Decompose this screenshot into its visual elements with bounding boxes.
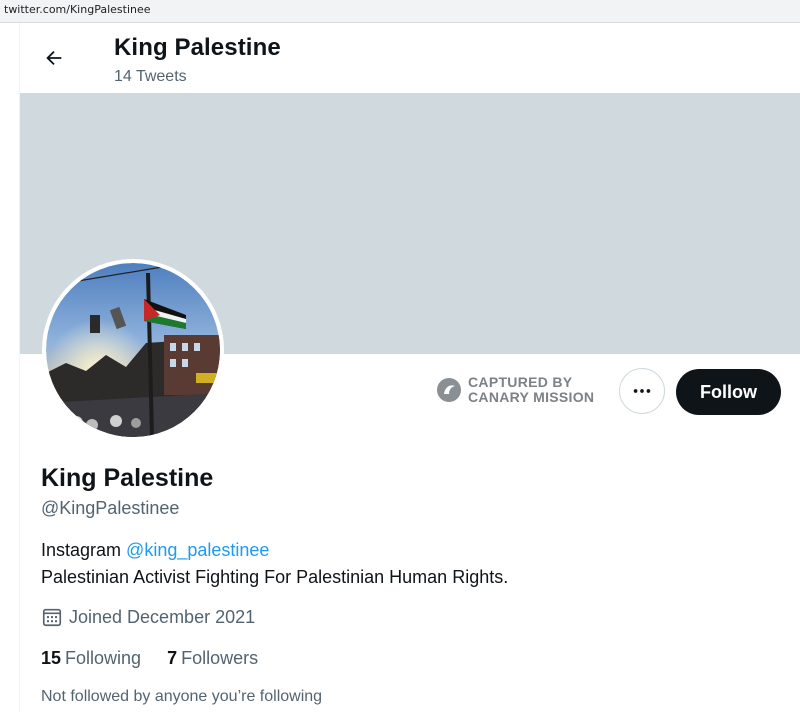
followers-link[interactable]: 7 Followers [167,648,258,669]
joined-text: Joined December 2021 [69,606,256,627]
avatar-image [46,263,220,437]
bio-prefix: Instagram [41,540,127,560]
tweet-count: 14 Tweets [114,68,187,85]
avatar[interactable] [42,259,224,441]
display-name: King Palestine [41,464,214,492]
bio-line-2: Palestinian Activist Fighting For Palest… [41,567,509,587]
joined-date: Joined December 2021 [41,606,255,628]
profile-header: King Palestine 14 Tweets [20,23,800,93]
browser-address-bar[interactable]: twitter.com/KingPalestinee [0,0,800,23]
arrow-left-icon [46,50,62,66]
canary-mission-logo [437,378,461,402]
following-count: 15 [41,648,62,668]
back-button[interactable] [38,42,70,74]
bio-mention-link[interactable]: @king_palestinee [126,540,269,560]
followers-label: Followers [181,648,259,668]
captured-line-1: CAPTURED BY [468,374,573,390]
following-label: Following [65,648,142,668]
more-options-button[interactable] [619,368,665,414]
more-horizontal-icon [633,389,651,393]
captured-line-2: CANARY MISSION [468,389,595,405]
following-link[interactable]: 15 Following [41,648,141,669]
follow-button[interactable]: Follow [676,369,781,415]
not-followed-notice: Not followed by anyone you’re following [41,688,323,705]
url-text: twitter.com/KingPalestinee [4,3,151,16]
page-title: King Palestine [114,34,281,61]
bio-line-1: Instagram @king_palestinee [41,540,269,561]
calendar-icon [42,608,62,627]
user-handle: @KingPalestinee [41,498,180,518]
canary-mission-badge: CAPTURED BY CANARY MISSION [436,374,594,406]
followers-count: 7 [167,648,178,668]
follow-stats: 15 Following 7 Followers [41,648,284,669]
